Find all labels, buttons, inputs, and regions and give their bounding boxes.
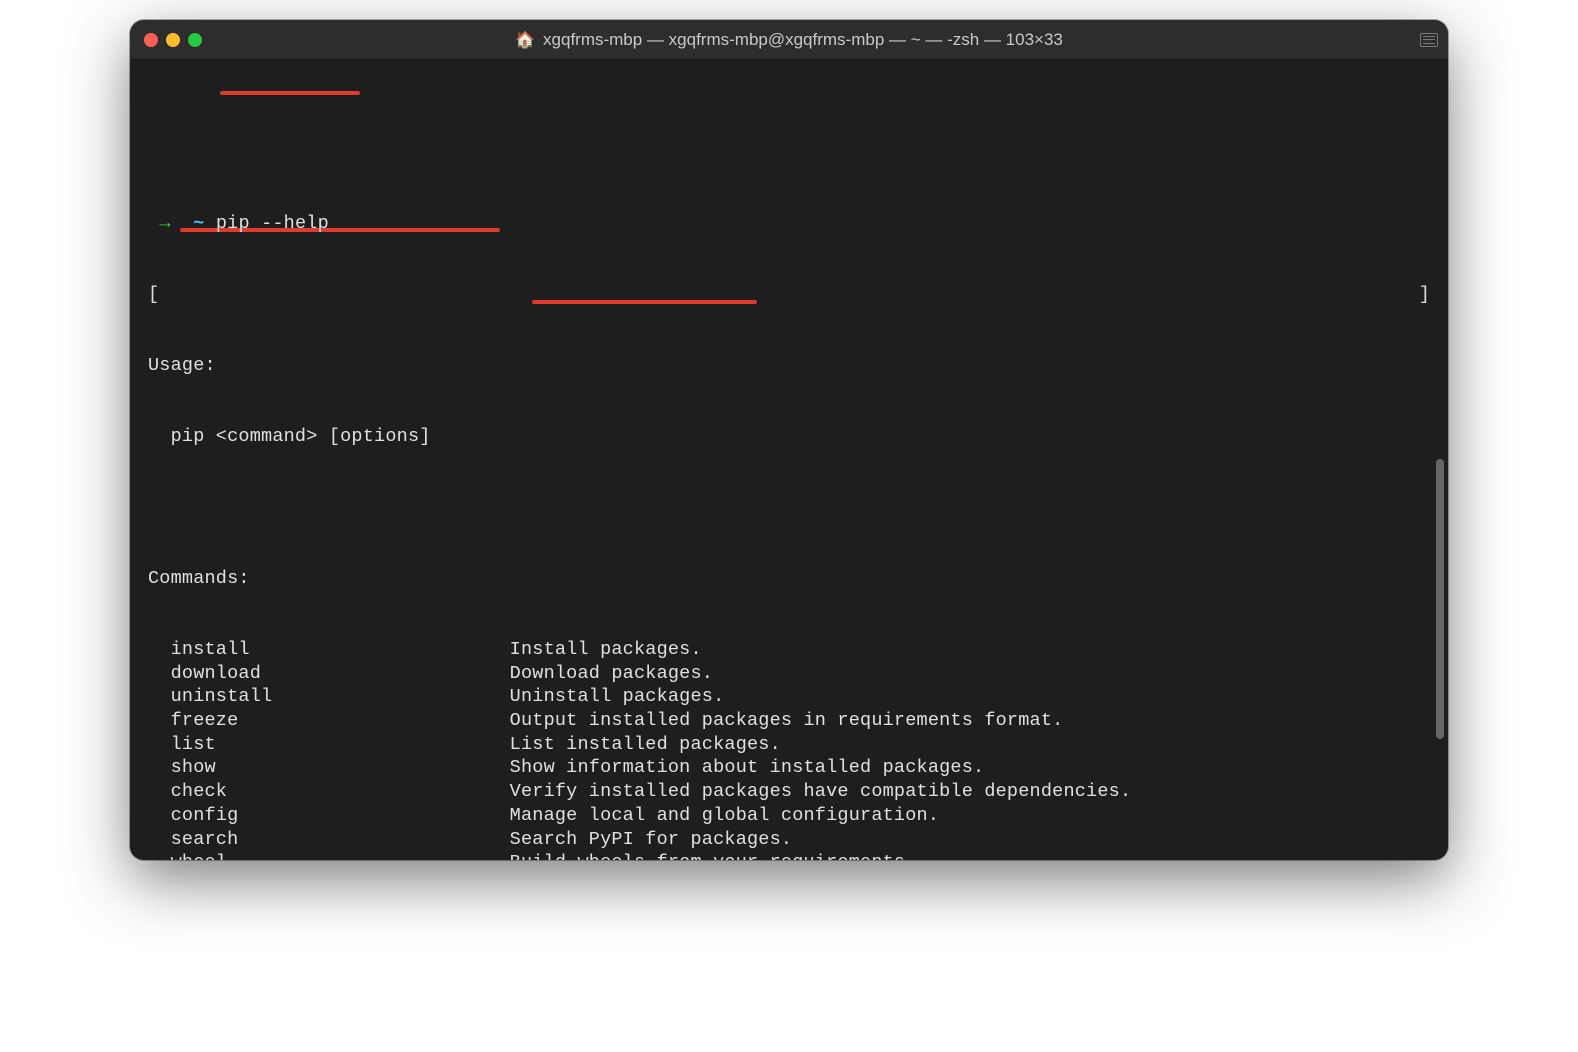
minimize-button[interactable] [166, 33, 180, 47]
blank-line [130, 496, 1448, 520]
command-row: search Search PyPI for packages. [130, 828, 1448, 852]
scrollbar-track[interactable] [1434, 66, 1444, 852]
title-text: xgqfrms-mbp — xgqfrms-mbp@xgqfrms-mbp — … [543, 30, 1063, 50]
prompt-arrow: → [159, 213, 170, 234]
usage-line: pip <command> [options] [130, 425, 1448, 449]
window-title: 🏠 xgqfrms-mbp — xgqfrms-mbp@xgqfrms-mbp … [144, 30, 1434, 50]
titlebar[interactable]: 🏠 xgqfrms-mbp — xgqfrms-mbp@xgqfrms-mbp … [130, 20, 1448, 60]
commands-header: Commands: [130, 567, 1448, 591]
command-row: freeze Output installed packages in requ… [130, 709, 1448, 733]
annotation-underline [532, 300, 757, 304]
terminal-content[interactable]: → ~ pip --help [] Usage: pip <command> [… [130, 60, 1448, 860]
command-row: show Show information about installed pa… [130, 756, 1448, 780]
close-button[interactable] [144, 33, 158, 47]
commands-list: install Install packages. download Downl… [130, 638, 1448, 860]
prompt-line: → ~ pip --help [130, 212, 1448, 236]
prompt-path: ~ [193, 213, 204, 234]
bracket-open: [ [148, 283, 159, 307]
terminal-window: 🏠 xgqfrms-mbp — xgqfrms-mbp@xgqfrms-mbp … [130, 20, 1448, 860]
traffic-lights [144, 33, 202, 47]
annotation-underline [220, 91, 360, 95]
bracket-line: [] [130, 283, 1448, 307]
home-folder-icon: 🏠 [515, 30, 535, 50]
panel-menu-icon[interactable] [1420, 33, 1438, 47]
maximize-button[interactable] [188, 33, 202, 47]
command-row: check Verify installed packages have com… [130, 780, 1448, 804]
command-row: install Install packages. [130, 638, 1448, 662]
command-row: download Download packages. [130, 662, 1448, 686]
prompt-command: pip --help [216, 213, 329, 234]
usage-header: Usage: [130, 354, 1448, 378]
bracket-close: ] [1419, 283, 1430, 307]
command-row: config Manage local and global configura… [130, 804, 1448, 828]
command-row: wheel Build wheels from your requirement… [130, 851, 1448, 860]
scrollbar-thumb[interactable] [1436, 459, 1444, 739]
command-row: uninstall Uninstall packages. [130, 685, 1448, 709]
command-row: list List installed packages. [130, 733, 1448, 757]
